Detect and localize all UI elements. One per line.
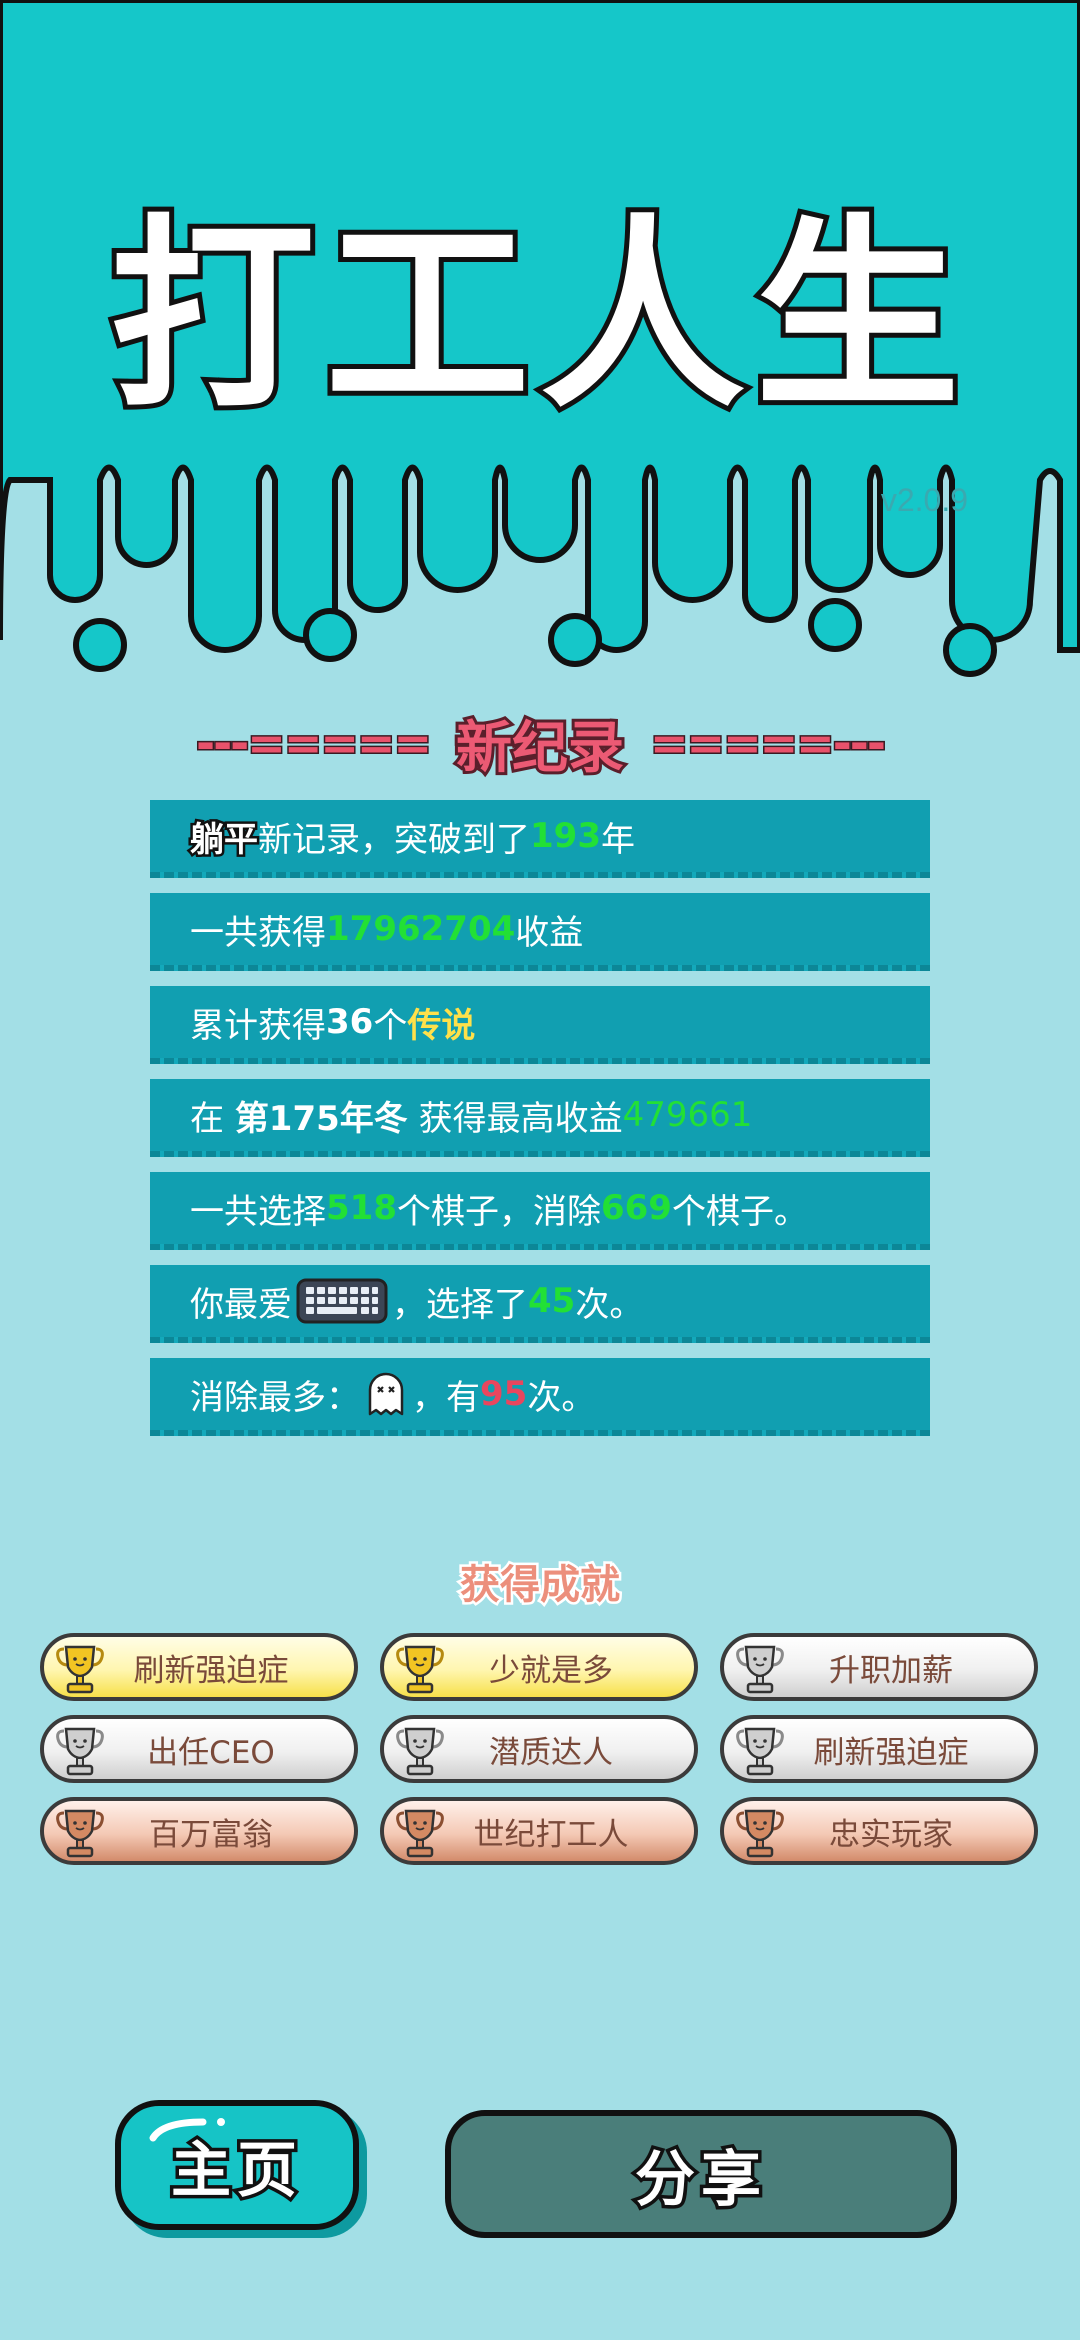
stat-row-years: 躺平 新记录，突破到了 193 年 <box>150 800 930 878</box>
stat-text: 新记录，突破到了 <box>258 819 530 860</box>
gloss-highlight <box>149 2118 225 2142</box>
removed-pieces-value: 669 <box>600 1188 672 1228</box>
drip-dot <box>303 608 357 662</box>
stat-text: 在 <box>190 1098 235 1139</box>
stat-text: 年 <box>600 819 635 860</box>
stat-text: 消除最多： <box>190 1377 360 1418</box>
drip-dot <box>808 598 862 652</box>
trophy-icon <box>56 1727 104 1776</box>
trophy-icon <box>736 1727 784 1776</box>
achievement-label: 升职加薪 <box>829 1652 953 1689</box>
share-button-label: 分享 <box>632 2141 767 2218</box>
home-button[interactable]: 主页 <box>115 2100 359 2230</box>
trophy-icon <box>396 1809 444 1858</box>
drip-dot <box>943 623 997 677</box>
stat-text: 次。 <box>527 1377 596 1418</box>
trophy-icon <box>56 1809 104 1858</box>
favorite-count-value: 45 <box>528 1281 576 1321</box>
new-record-banner: ---===== 新纪录 =====--- <box>0 708 1080 784</box>
achievement-label: 少就是多 <box>489 1652 613 1689</box>
achievement-badge[interactable]: 刷新强迫症 <box>720 1715 1038 1783</box>
stat-text: 一共选择 <box>190 1191 326 1232</box>
stat-text: 一共获得 <box>190 912 326 953</box>
keyboard-icon <box>296 1278 388 1324</box>
achievement-label: 世纪打工人 <box>473 1816 629 1853</box>
game-title: 打工人生 <box>105 198 970 436</box>
stat-row-most-removed: 消除最多： ，有 95 次。 <box>150 1358 930 1436</box>
stat-text: 累计获得 <box>190 1005 326 1046</box>
achievement-badge[interactable]: 百万富翁 <box>40 1797 358 1865</box>
achievement-badge[interactable]: 世纪打工人 <box>380 1797 698 1865</box>
legend-count-value: 36 <box>326 1002 374 1042</box>
stat-text: 收益 <box>515 912 584 953</box>
stat-text: 个棋子。 <box>671 1191 808 1232</box>
stat-row-legend-count: 累计获得 36 个传说 <box>150 986 930 1064</box>
achievement-badge[interactable]: 潜质达人 <box>380 1715 698 1783</box>
new-record-title: 新纪录 <box>453 713 627 784</box>
achievement-badge[interactable]: 忠实玩家 <box>720 1797 1038 1865</box>
stat-text: ，选择了 <box>392 1284 528 1325</box>
achievement-badges-grid: 刷新强迫症 少就是多 升职加薪出任CEO 潜质达人 刷新强迫症百万富翁 世纪打工人 忠实玩家 <box>40 1633 1040 1865</box>
record-stats-list: 躺平 新记录，突破到了 193 年 一共获得 17962704 收益 累计获得 36 个传说 … <box>150 800 930 1451</box>
trophy-icon <box>56 1645 104 1694</box>
stat-text: 次。 <box>575 1284 644 1325</box>
stat-row-pieces: 一共选择 518 个棋子，消除 669 个棋子。 <box>150 1172 930 1250</box>
drip-dot <box>548 613 602 667</box>
stat-text: 个棋子，消除 <box>396 1191 601 1232</box>
most-removed-count-value: 95 <box>480 1374 528 1414</box>
version-label: v2.0.9 <box>880 482 968 518</box>
banner-dash-right: =====--- <box>649 715 888 772</box>
total-income-value: 17962704 <box>326 909 516 949</box>
stat-text: 个 <box>373 1005 408 1046</box>
achievement-label: 刷新强迫症 <box>133 1652 289 1689</box>
achievement-label: 潜质达人 <box>489 1734 613 1771</box>
trophy-icon <box>736 1809 784 1858</box>
achievement-badge[interactable]: 少就是多 <box>380 1633 698 1701</box>
best-income-value: 479661 <box>622 1095 753 1135</box>
stat-text: 获得最高收益 <box>407 1098 623 1139</box>
achievement-badge[interactable]: 升职加薪 <box>720 1633 1038 1701</box>
share-button[interactable]: 分享 <box>445 2110 957 2238</box>
best-season-label: 第175年冬 <box>234 1098 408 1139</box>
ghost-icon <box>368 1372 404 1416</box>
banner-dash-left: ---===== <box>195 715 434 772</box>
achievement-label: 出任CEO <box>147 1734 275 1771</box>
achievement-label: 忠实玩家 <box>829 1816 953 1853</box>
trophy-icon <box>736 1645 784 1694</box>
stat-row-best-season: 在 第175年冬 获得最高收益 479661 <box>150 1079 930 1157</box>
stat-row-total-income: 一共获得 17962704 收益 <box>150 893 930 971</box>
legend-tier-label: 传说 <box>407 1005 476 1046</box>
achievement-label: 刷新强迫症 <box>813 1734 969 1771</box>
stat-text: ，有 <box>412 1377 480 1418</box>
trophy-icon <box>396 1727 444 1776</box>
years-value: 193 <box>530 816 601 856</box>
trophy-icon <box>396 1645 444 1694</box>
achievement-label: 百万富翁 <box>149 1816 273 1853</box>
selected-pieces-value: 518 <box>326 1188 397 1228</box>
stat-row-favorite: 你最爱 ，选择了 45 次。 <box>150 1265 930 1343</box>
achievements-title: 获得成就 <box>458 1560 623 1611</box>
achievement-badge[interactable]: 刷新强迫症 <box>40 1633 358 1701</box>
drip-dot <box>73 618 127 672</box>
strategy-name: 躺平 <box>188 817 261 862</box>
stat-text: 你最爱 <box>190 1284 292 1325</box>
achievement-badge[interactable]: 出任CEO <box>40 1715 358 1783</box>
